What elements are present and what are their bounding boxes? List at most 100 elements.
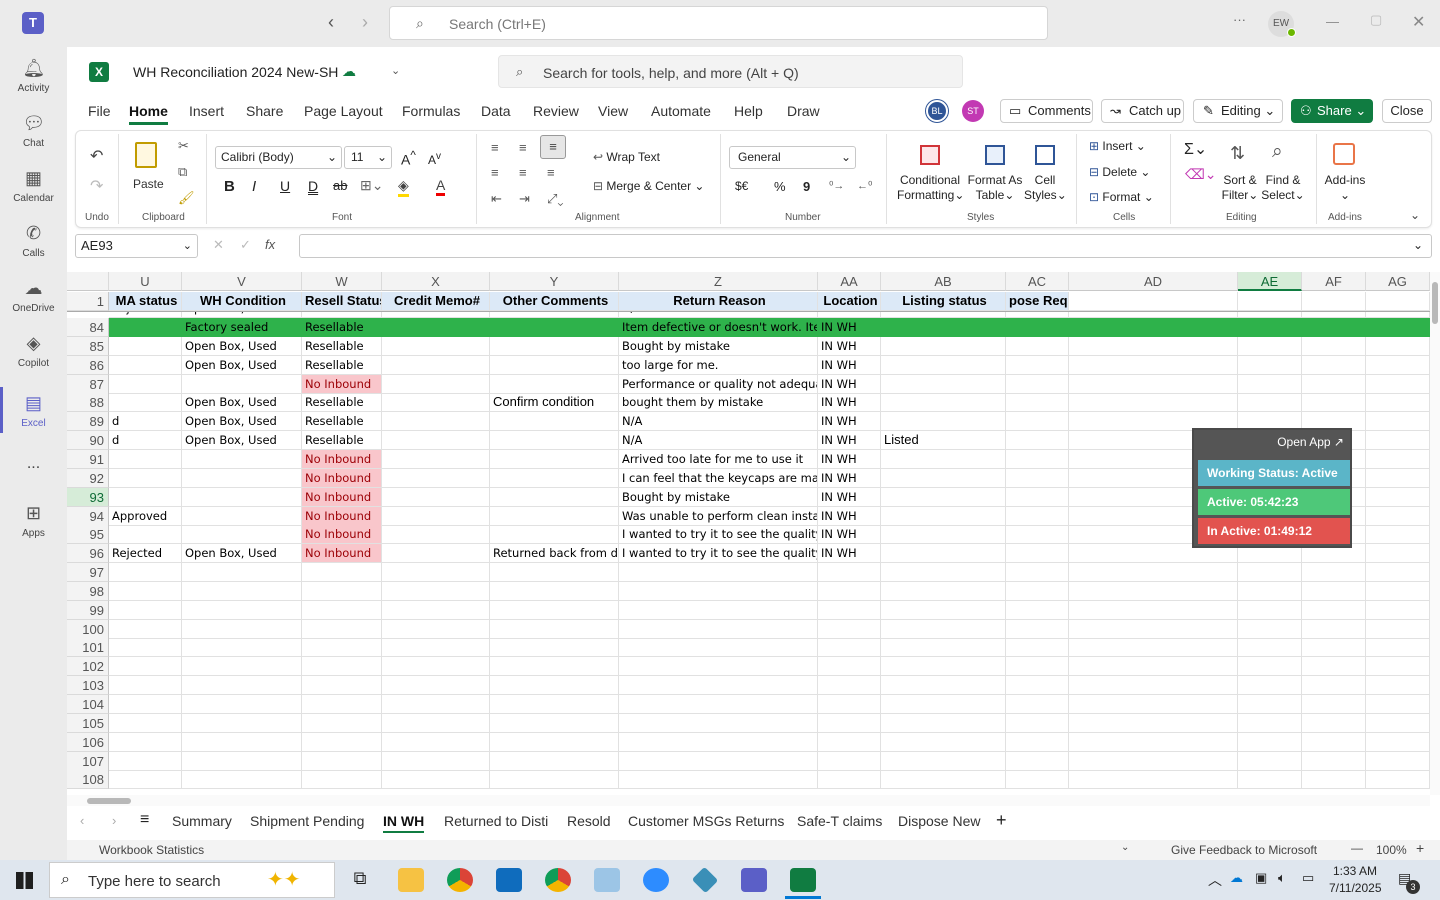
avatar-bl[interactable]: BL — [926, 100, 948, 122]
table-cell[interactable] — [1238, 318, 1302, 337]
table-cell[interactable] — [818, 638, 881, 657]
status-chevron-icon[interactable]: ⌄ — [1121, 842, 1129, 853]
resell-status-cell[interactable] — [302, 563, 382, 582]
table-cell[interactable] — [1302, 752, 1366, 771]
table-cell[interactable] — [1069, 695, 1238, 714]
table-cell[interactable] — [382, 393, 490, 412]
resell-status-cell[interactable]: Resellable — [302, 337, 382, 356]
table-cell[interactable]: d — [109, 431, 182, 450]
menu-formulas[interactable]: Formulas — [402, 103, 460, 119]
table-cell[interactable] — [382, 582, 490, 601]
menu-page-layout[interactable]: Page Layout — [304, 103, 383, 119]
close-button[interactable]: Close — [1382, 99, 1432, 123]
rail-calendar[interactable]: ▦ Calendar — [0, 167, 67, 204]
row-header[interactable]: 100 — [67, 620, 109, 639]
task-view-icon[interactable]: ⧉ — [347, 868, 373, 892]
table-cell[interactable] — [1366, 356, 1430, 375]
remote-app-icon[interactable] — [594, 868, 620, 892]
row-header[interactable]: 90 — [67, 431, 109, 450]
resell-status-cell[interactable]: Resellable — [302, 431, 382, 450]
table-cell[interactable] — [1006, 375, 1069, 394]
table-cell[interactable]: IN WH — [818, 318, 881, 337]
zoom-in-icon[interactable]: + — [1416, 840, 1424, 856]
horizontal-scrollbar[interactable] — [67, 795, 1430, 806]
taskbar-search[interactable]: ⌕ Type here to search ✦✦ — [49, 862, 335, 898]
number-format-select[interactable]: General ⌄ — [729, 146, 856, 169]
double-underline-icon[interactable]: D — [308, 178, 318, 194]
table-cell[interactable] — [881, 752, 1006, 771]
table-cell[interactable] — [109, 356, 182, 375]
table-cell[interactable] — [1302, 601, 1366, 620]
table-cell[interactable]: too large for me. — [619, 356, 818, 375]
table-cell[interactable] — [1238, 393, 1302, 412]
table-cell[interactable] — [619, 770, 818, 789]
column-header[interactable]: AG — [1366, 272, 1430, 291]
header-cell[interactable]: Credit Memo# — [382, 292, 490, 311]
cut-icon[interactable]: ✂ — [178, 138, 189, 154]
table-cell[interactable] — [1366, 318, 1430, 337]
table-cell[interactable]: IN WH — [818, 311, 881, 318]
back-arrow-icon[interactable]: ‹ — [328, 12, 334, 33]
column-header[interactable]: AC — [1006, 272, 1069, 291]
clear-icon[interactable]: ⌫⌄ — [1185, 166, 1217, 183]
table-cell[interactable] — [818, 601, 881, 620]
table-cell[interactable] — [109, 337, 182, 356]
decrease-decimal-icon[interactable]: ←⁰ — [857, 179, 872, 192]
table-cell[interactable] — [881, 695, 1006, 714]
table-cell[interactable] — [881, 356, 1006, 375]
resell-status-cell[interactable] — [302, 601, 382, 620]
menu-draw[interactable]: Draw — [787, 103, 820, 119]
column-header[interactable]: AB — [881, 272, 1006, 291]
table-cell[interactable] — [1006, 544, 1069, 563]
sheet-tab[interactable]: Shipment Pending — [250, 813, 364, 829]
outlook-icon[interactable] — [496, 868, 522, 892]
table-cell[interactable] — [1366, 337, 1430, 356]
file-explorer-icon[interactable] — [398, 868, 424, 892]
paste-icon[interactable] — [135, 142, 157, 168]
header-cell[interactable]: Location — [818, 292, 881, 311]
table-cell[interactable] — [881, 563, 1006, 582]
table-cell[interactable] — [1069, 318, 1238, 337]
table-cell[interactable] — [490, 733, 619, 752]
table-cell[interactable]: bought them by mistake — [619, 393, 818, 412]
minimize-icon[interactable]: — — [1326, 14, 1339, 29]
table-cell[interactable] — [1366, 770, 1430, 789]
table-cell[interactable] — [1069, 733, 1238, 752]
menu-file[interactable]: File — [88, 103, 111, 119]
formula-input[interactable]: ⌄ — [299, 234, 1432, 258]
table-cell[interactable] — [1069, 620, 1238, 639]
table-cell[interactable] — [1006, 412, 1069, 431]
table-cell[interactable] — [1238, 657, 1302, 676]
table-cell[interactable] — [109, 657, 182, 676]
feedback-link[interactable]: Give Feedback to Microsoft — [1171, 843, 1317, 857]
volume-icon[interactable]: 🔈︎ — [1278, 870, 1286, 886]
row-header[interactable]: 93 — [67, 488, 109, 507]
table-cell[interactable] — [1238, 375, 1302, 394]
table-cell[interactable] — [1366, 412, 1430, 431]
table-cell[interactable] — [490, 638, 619, 657]
table-cell[interactable] — [109, 601, 182, 620]
table-cell[interactable]: N/A — [619, 431, 818, 450]
cell-styles-button[interactable]: Cell Styles⌄ — [1024, 173, 1067, 203]
table-cell[interactable] — [182, 450, 302, 469]
comma-icon[interactable]: 9 — [803, 179, 810, 194]
table-cell[interactable]: Was unable to perform clean install c — [619, 507, 818, 526]
table-cell[interactable] — [1366, 695, 1430, 714]
table-cell[interactable]: N/A — [619, 311, 818, 318]
table-cell[interactable]: Resellable — [302, 311, 382, 318]
table-cell[interactable]: Open Box, Used — [182, 356, 302, 375]
rail-activity[interactable]: 🔔︎ Activity — [0, 57, 67, 94]
table-cell[interactable] — [1069, 752, 1238, 771]
table-cell[interactable] — [619, 563, 818, 582]
table-cell[interactable] — [619, 582, 818, 601]
table-cell[interactable] — [1302, 733, 1366, 752]
row-header[interactable]: 87 — [67, 375, 109, 394]
resell-status-cell[interactable] — [302, 638, 382, 657]
table-cell[interactable] — [490, 507, 619, 526]
align-bottom-icon[interactable]: ≡ — [540, 135, 566, 159]
table-cell[interactable] — [490, 525, 619, 544]
table-cell[interactable] — [182, 657, 302, 676]
borders-icon[interactable]: ⊞⌄ — [360, 177, 383, 194]
delete-cells-button[interactable]: ⊟ Delete ⌄ — [1089, 165, 1150, 179]
table-cell[interactable] — [382, 714, 490, 733]
